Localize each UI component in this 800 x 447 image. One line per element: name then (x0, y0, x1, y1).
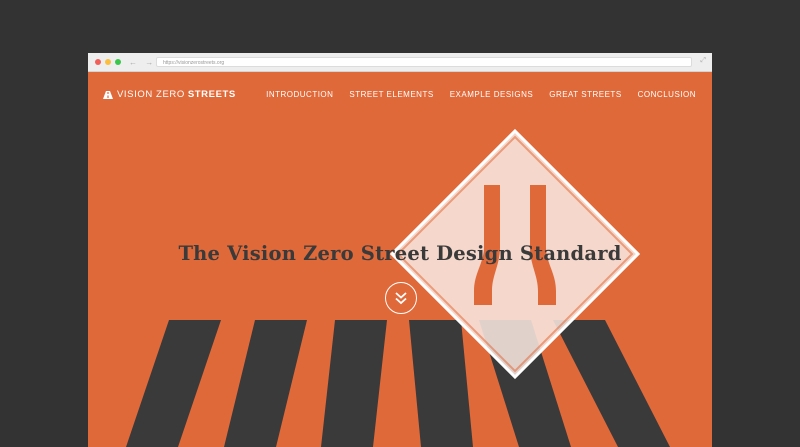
crosswalk-stripe (224, 320, 307, 447)
crosswalk-stripe (321, 320, 387, 447)
logo-text-bold: STREETS (187, 89, 236, 100)
crosswalk-stripe (126, 320, 221, 447)
nav-introduction[interactable]: INTRODUCTION (266, 90, 333, 99)
nav-conclusion[interactable]: CONCLUSION (638, 90, 696, 99)
road-logo-icon (103, 90, 113, 99)
main-nav: INTRODUCTION STREET ELEMENTS EXAMPLE DES… (266, 90, 696, 99)
nav-street-elements[interactable]: STREET ELEMENTS (349, 90, 433, 99)
website-page: VISION ZERO STREETS INTRODUCTION STREET … (88, 71, 712, 447)
crosswalk-stripe (409, 320, 473, 447)
browser-toolbar: ← → https://visionzerostreets.org ⤢ (88, 53, 712, 72)
maximize-window-button[interactable] (115, 59, 121, 65)
crosswalk-stripe (553, 320, 670, 447)
nav-example-designs[interactable]: EXAMPLE DESIGNS (450, 90, 534, 99)
scroll-down-button[interactable] (385, 282, 417, 314)
close-window-button[interactable] (95, 59, 101, 65)
address-bar[interactable]: https://visionzerostreets.org (156, 57, 692, 67)
nav-great-streets[interactable]: GREAT STREETS (549, 90, 621, 99)
minimize-window-button[interactable] (105, 59, 111, 65)
hero-title: The Vision Zero Street Design Standard (178, 242, 622, 266)
chevron-double-down-icon (395, 292, 407, 305)
fullscreen-icon[interactable]: ⤢ (700, 57, 706, 65)
crosswalk-stripes (126, 320, 670, 447)
logo-text-light: VISION ZERO (117, 89, 185, 100)
browser-window: ← → https://visionzerostreets.org ⤢ VISI… (88, 53, 712, 447)
back-forward-arrows-icon[interactable]: ← → (129, 58, 156, 67)
site-logo[interactable]: VISION ZERO STREETS (103, 89, 236, 100)
